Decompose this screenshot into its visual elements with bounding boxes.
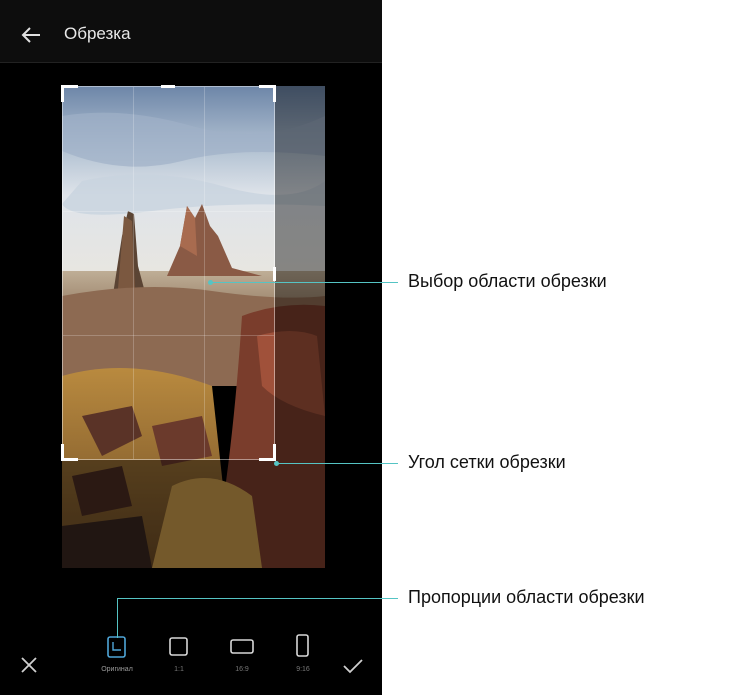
- header-divider: [0, 62, 382, 63]
- original-ratio-icon: [107, 636, 126, 658]
- crop-corner-bottom-right[interactable]: [259, 444, 276, 461]
- callout-crop-ratio: Пропорции области обрезки: [408, 587, 645, 607]
- callout-line-crop-ratio-vertical: [117, 598, 118, 638]
- dimmed-area-bottom: [62, 460, 325, 568]
- ratio-option-9-16[interactable]: 9:16: [280, 628, 326, 688]
- phone-screen: Обрезка Оригинал 1:1 16:9 9:16: [0, 0, 382, 695]
- grid-line: [133, 87, 135, 459]
- callout-line-crop-area: [212, 282, 398, 283]
- ratio-option-1-1[interactable]: 1:1: [156, 628, 202, 688]
- portrait-ratio-icon: [296, 634, 309, 657]
- page-title: Обрезка: [64, 24, 131, 43]
- ratio-label: 1:1: [174, 666, 184, 673]
- check-icon[interactable]: [342, 658, 364, 674]
- top-bar: Обрезка: [0, 0, 382, 62]
- callout-line-crop-ratio: [117, 598, 398, 599]
- callout-crop-corner: Угол сетки обрезки: [408, 452, 566, 472]
- crop-edge-top-handle[interactable]: [161, 85, 175, 88]
- dimmed-area-right: [275, 86, 325, 460]
- landscape-ratio-icon: [230, 639, 254, 654]
- crop-frame[interactable]: [61, 85, 276, 461]
- grid-line: [63, 334, 274, 336]
- ratio-label: Оригинал: [101, 666, 133, 673]
- crop-corner-top-left[interactable]: [61, 85, 78, 102]
- crop-edge-right-handle[interactable]: [273, 267, 276, 281]
- ratio-label: 9:16: [296, 666, 310, 673]
- grid-line: [63, 210, 274, 212]
- ratio-option-16-9[interactable]: 16:9: [219, 628, 265, 688]
- arrow-left-icon[interactable]: [18, 22, 44, 48]
- square-ratio-icon: [169, 637, 188, 656]
- close-icon[interactable]: [20, 656, 38, 674]
- crop-corner-bottom-left[interactable]: [61, 444, 78, 461]
- crop-corner-top-right[interactable]: [259, 85, 276, 102]
- callout-line-crop-corner: [278, 463, 398, 464]
- callout-crop-area: Выбор области обрезки: [408, 271, 607, 291]
- crop-toolbar: Оригинал 1:1 16:9 9:16: [0, 620, 382, 695]
- ratio-label: 16:9: [235, 666, 249, 673]
- grid-line: [203, 87, 205, 459]
